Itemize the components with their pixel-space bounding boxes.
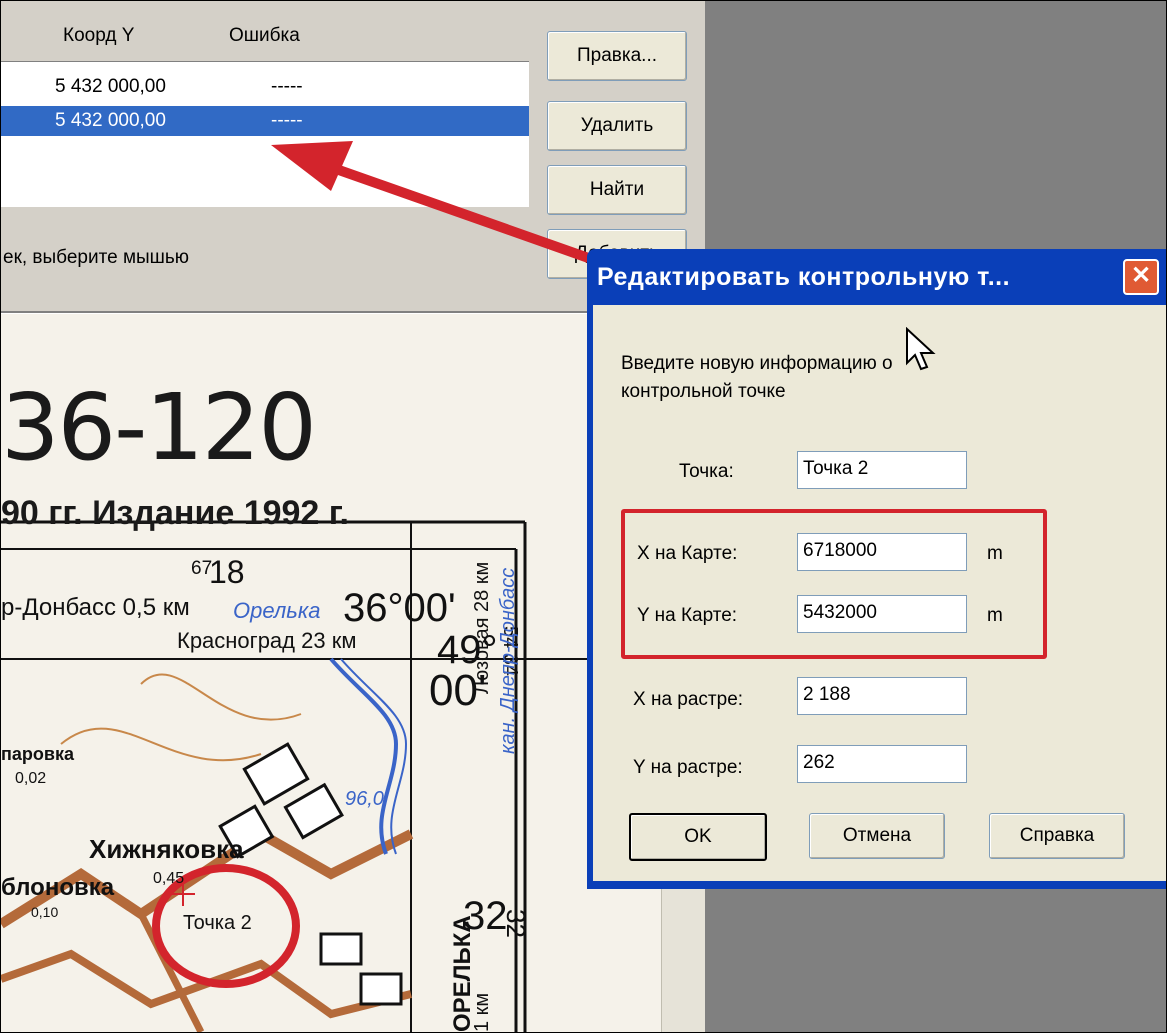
close-icon[interactable]: ✕ <box>1123 259 1159 295</box>
dialog-title: Редактировать контрольную т... <box>597 263 1011 291</box>
help-button[interactable]: Справка <box>989 813 1125 859</box>
y-map-label: Y на Карте: <box>637 605 738 626</box>
dialog-intro-line1: Введите новую информацию о <box>621 353 893 374</box>
cancel-button[interactable]: Отмена <box>809 813 945 859</box>
y-map-unit: m <box>987 605 1003 626</box>
mouse-cursor-icon <box>906 327 936 371</box>
application-window: Коорд Y Ошибка 5 432 000,00 ----- 5 432 … <box>0 0 1167 1033</box>
x-map-unit: m <box>987 543 1003 564</box>
point-label: Точка: <box>679 461 734 482</box>
x-map-label: X на Карте: <box>637 543 738 564</box>
point-name-input[interactable]: Точка 2 <box>797 451 967 489</box>
dialog-body: Введите новую информацию о контрольной т… <box>593 305 1166 881</box>
x-raster-input[interactable]: 2 188 <box>797 677 967 715</box>
x-map-input[interactable]: 6718000 <box>797 533 967 571</box>
dialog-intro-line2: контрольной точке <box>621 381 786 402</box>
x-raster-label: X на растре: <box>633 689 744 710</box>
y-raster-input[interactable]: 262 <box>797 745 967 783</box>
y-raster-label: Y на растре: <box>633 757 743 778</box>
edit-control-point-dialog: Редактировать контрольную т... ✕ Введите… <box>587 249 1166 889</box>
y-map-input[interactable]: 5432000 <box>797 595 967 633</box>
map-coordinates-highlight <box>621 509 1047 659</box>
ok-button[interactable]: OK <box>629 813 767 861</box>
